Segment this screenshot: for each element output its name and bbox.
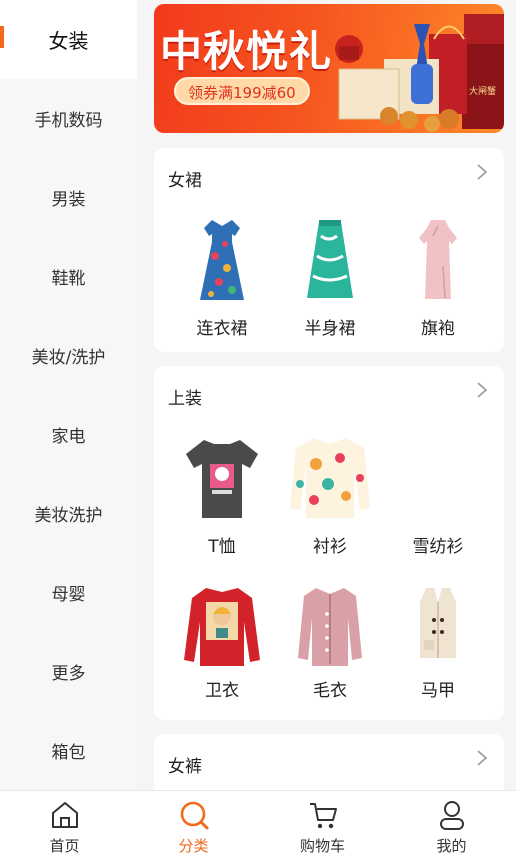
tile-label: 旗袍: [421, 319, 455, 339]
sidebar-item-phones[interactable]: 手机数码: [0, 79, 137, 158]
category-tile-vest[interactable]: 马甲: [388, 584, 488, 701]
sidebar-item-appliances[interactable]: 家电: [0, 395, 137, 474]
category-tile-shirt[interactable]: 衬衫: [280, 434, 380, 557]
tile-label: T恤: [208, 537, 236, 557]
sidebar-item-label: 更多: [51, 664, 86, 684]
section-title: 上装: [168, 389, 202, 409]
green-skirt-image: [307, 220, 353, 298]
tile-label: 毛衣: [313, 681, 347, 701]
section-tops: 上装 T恤 衬衫 雪纺衫 卫衣 毛衣 马甲: [154, 366, 504, 720]
pink-cardigan-image: [298, 588, 362, 666]
category-sidebar: 女装 手机数码 男装 鞋靴 美妆/洗护 家电 美妆洗护 母婴 更多 箱包: [0, 0, 137, 790]
category-content: 中秋悦礼 领券满199减60 大闸蟹 女裙 连衣裙 半身裙 旗袍 上装 T恤 衬…: [137, 0, 516, 790]
category-tile-sweatshirt[interactable]: 卫衣: [172, 584, 272, 701]
sidebar-item-shoes[interactable]: 鞋靴: [0, 237, 137, 316]
tile-label: 卫衣: [205, 681, 239, 701]
tab-home[interactable]: 首页: [0, 791, 129, 864]
category-tile-chiffon[interactable]: 雪纺衫: [388, 434, 488, 557]
home-icon: [51, 802, 78, 828]
sidebar-item-label: 手机数码: [34, 111, 103, 131]
sidebar-item-bags[interactable]: 箱包: [0, 711, 137, 790]
tile-label: 衬衫: [313, 537, 347, 557]
red-sweatshirt-image: [184, 588, 260, 666]
category-page: 女装 手机数码 男装 鞋靴 美妆/洗护 家电 美妆洗护 母婴 更多 箱包 中秋悦…: [0, 0, 516, 864]
beige-vest-image: [420, 588, 456, 658]
category-search-icon: [180, 801, 208, 830]
sidebar-item-label: 女装: [48, 29, 89, 53]
sidebar-item-label: 箱包: [51, 743, 86, 763]
section-title: 女裙: [168, 171, 202, 191]
tab-label: 我的: [436, 837, 467, 855]
sidebar-item-label: 美妆洗护: [34, 506, 103, 526]
sidebar-item-label: 鞋靴: [51, 269, 86, 289]
category-tile-skirt[interactable]: 半身裙: [280, 216, 380, 339]
chevron-right-icon[interactable]: [474, 162, 490, 182]
tab-profile[interactable]: 我的: [387, 791, 516, 864]
bottom-tab-bar: 首页 分类 购物车 我的: [0, 790, 516, 864]
sidebar-item-womens[interactable]: 女装: [0, 0, 137, 79]
chiffon-blouse-image: [398, 434, 478, 524]
gift-set-image: 大闸蟹: [335, 14, 504, 132]
graphic-tshirt-image: [186, 440, 258, 518]
section-dresses: 女裙 连衣裙 半身裙 旗袍: [154, 148, 504, 352]
coupon-badge[interactable]: 领券满199减60: [174, 77, 310, 105]
tab-cart[interactable]: 购物车: [258, 791, 387, 864]
cart-icon: [309, 803, 337, 829]
sidebar-item-label: 男装: [51, 190, 86, 210]
tile-label: 连衣裙: [196, 319, 248, 339]
tab-category[interactable]: 分类: [129, 791, 258, 864]
category-tile-qipao[interactable]: 旗袍: [388, 216, 488, 339]
chevron-right-icon[interactable]: [474, 748, 490, 768]
tab-label: 购物车: [299, 837, 345, 855]
sidebar-item-beauty[interactable]: 美妆洗护: [0, 474, 137, 553]
sidebar-item-label: 母婴: [51, 585, 86, 605]
section-title: 女裤: [168, 757, 202, 777]
floral-dress-image: [200, 220, 244, 300]
tile-label: 马甲: [421, 681, 455, 701]
pink-qipao-image: [419, 220, 457, 299]
chevron-right-icon[interactable]: [474, 380, 490, 400]
profile-icon: [439, 801, 464, 830]
sidebar-item-more[interactable]: 更多: [0, 632, 137, 711]
sidebar-item-mens[interactable]: 男装: [0, 158, 137, 237]
category-tile-tshirt[interactable]: T恤: [172, 434, 272, 557]
tile-label: 雪纺衫: [412, 537, 464, 557]
banner-title: 中秋悦礼: [160, 27, 333, 76]
svg-text:大闸蟹: 大闸蟹: [469, 85, 496, 97]
sidebar-item-label: 美妆/洗护: [31, 348, 106, 368]
sidebar-item-label: 家电: [51, 427, 86, 447]
category-tile-dress[interactable]: 连衣裙: [172, 216, 272, 339]
promo-banner[interactable]: 中秋悦礼 领券满199减60 大闸蟹: [154, 4, 504, 133]
sidebar-item-baby[interactable]: 母婴: [0, 553, 137, 632]
tab-label: 分类: [178, 837, 209, 855]
tile-label: 半身裙: [304, 319, 356, 339]
floral-shirt-image: [290, 438, 370, 518]
sidebar-item-beauty-care[interactable]: 美妆/洗护: [0, 316, 137, 395]
section-pants: 女裤: [154, 734, 504, 790]
category-tile-sweater[interactable]: 毛衣: [280, 584, 380, 701]
tab-label: 首页: [49, 837, 80, 855]
